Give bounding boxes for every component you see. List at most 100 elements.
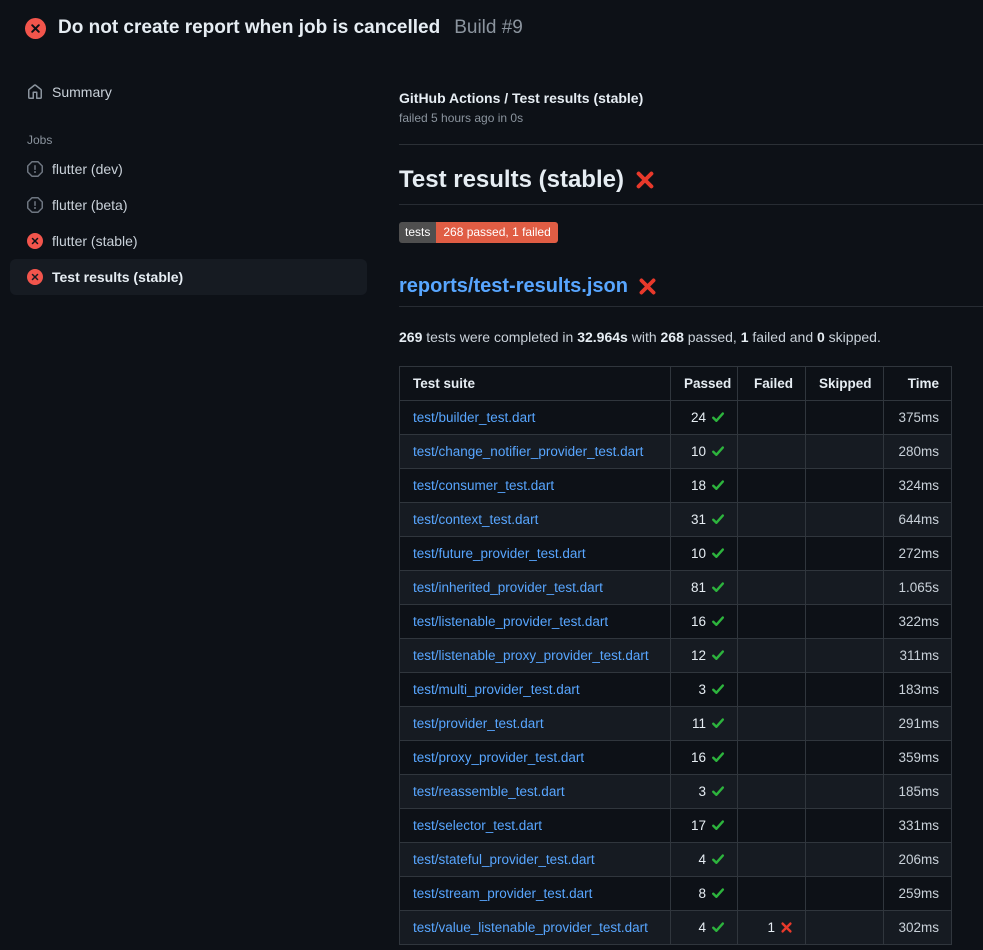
test-suite-link[interactable]: test/multi_provider_test.dart: [413, 682, 580, 697]
sidebar-job-label: flutter (dev): [52, 161, 123, 177]
test-suite-link[interactable]: test/listenable_provider_test.dart: [413, 614, 608, 629]
sidebar-item-flutter-beta[interactable]: flutter (beta): [10, 187, 367, 223]
cross-icon: [780, 921, 793, 934]
jobs-section-label: Jobs: [10, 133, 367, 147]
check-icon: [711, 716, 725, 730]
suite-cell: test/change_notifier_provider_test.dart: [400, 435, 671, 469]
test-results-table: Test suite Passed Failed Skipped Time te…: [399, 366, 952, 945]
failed-cell: [738, 843, 806, 877]
breadcrumb: GitHub Actions / Test results (stable): [399, 90, 983, 106]
test-suite-link[interactable]: test/stateful_provider_test.dart: [413, 852, 595, 867]
suite-cell: test/context_test.dart: [400, 503, 671, 537]
test-suite-link[interactable]: test/inherited_provider_test.dart: [413, 580, 603, 595]
test-suite-link[interactable]: test/change_notifier_provider_test.dart: [413, 444, 643, 459]
summary-text: 269 tests were completed in 32.964s with…: [399, 327, 983, 347]
column-header-passed: Passed: [671, 367, 738, 401]
suite-cell: test/selector_test.dart: [400, 809, 671, 843]
test-suite-link[interactable]: test/proxy_provider_test.dart: [413, 750, 584, 765]
sidebar-job-label: Test results (stable): [52, 269, 183, 285]
time-cell: 302ms: [884, 911, 952, 945]
section-title: Test results (stable): [399, 165, 624, 195]
skipped-cell: [806, 639, 884, 673]
time-cell: 324ms: [884, 469, 952, 503]
check-run-header: Do not create report when job is cancell…: [0, 0, 983, 53]
check-icon: [711, 852, 725, 866]
skipped-cell: [806, 911, 884, 945]
skipped-cell: [806, 571, 884, 605]
table-row: test/listenable_provider_test.dart16322m…: [400, 605, 952, 639]
table-row: test/stream_provider_test.dart8259ms: [400, 877, 952, 911]
sidebar: Summary Jobs flutter (dev) flutter (beta…: [0, 53, 391, 295]
report-file-link[interactable]: reports/test-results.json: [399, 274, 628, 299]
check-icon: [711, 750, 725, 764]
failed-cell: [738, 775, 806, 809]
test-suite-link[interactable]: test/selector_test.dart: [413, 818, 542, 833]
sidebar-job-label: flutter (stable): [52, 233, 138, 249]
test-suite-link[interactable]: test/reassemble_test.dart: [413, 784, 565, 799]
cancelled-stop-icon: [27, 197, 43, 213]
table-row: test/value_listenable_provider_test.dart…: [400, 911, 952, 945]
time-cell: 185ms: [884, 775, 952, 809]
column-header-test-suite: Test suite: [400, 367, 671, 401]
failed-cell: [738, 537, 806, 571]
passed-cell: 16: [671, 741, 738, 775]
badge-label: tests: [399, 222, 436, 243]
time-cell: 311ms: [884, 639, 952, 673]
sidebar-item-test-results-stable[interactable]: Test results (stable): [10, 259, 367, 295]
suite-cell: test/listenable_provider_test.dart: [400, 605, 671, 639]
passed-cell: 4: [671, 911, 738, 945]
test-suite-link[interactable]: test/consumer_test.dart: [413, 478, 554, 493]
table-row: test/change_notifier_provider_test.dart 1…: [400, 435, 952, 469]
test-suite-link[interactable]: test/builder_test.dart: [413, 410, 535, 425]
passed-cell: 10: [671, 435, 738, 469]
skipped-cell: [806, 707, 884, 741]
passed-cell: 11: [671, 707, 738, 741]
passed-cell: 3: [671, 775, 738, 809]
time-cell: 183ms: [884, 673, 952, 707]
sidebar-item-flutter-stable[interactable]: flutter (stable): [10, 223, 367, 259]
column-header-skipped: Skipped: [806, 367, 884, 401]
test-table-body: test/builder_test.dart24375mstest/change…: [400, 401, 952, 945]
table-row: test/consumer_test.dart 18 324ms: [400, 469, 952, 503]
test-suite-link[interactable]: test/provider_test.dart: [413, 716, 544, 731]
check-icon: [711, 682, 725, 696]
failed-cell: [738, 639, 806, 673]
failed-cell: [738, 809, 806, 843]
x-circle-fill-icon: [25, 18, 46, 39]
table-row: test/inherited_provider_test.dart811.065…: [400, 571, 952, 605]
table-row: test/builder_test.dart24375ms: [400, 401, 952, 435]
failed-cell: [738, 469, 806, 503]
check-icon: [711, 648, 725, 662]
test-suite-link[interactable]: test/value_listenable_provider_test.dart: [413, 920, 648, 935]
test-suite-link[interactable]: test/future_provider_test.dart: [413, 546, 586, 561]
test-suite-link[interactable]: test/context_test.dart: [413, 512, 538, 527]
time-cell: 259ms: [884, 877, 952, 911]
check-icon: [711, 920, 725, 934]
table-row: test/multi_provider_test.dart3183ms: [400, 673, 952, 707]
cancelled-stop-icon: [27, 161, 43, 177]
sidebar-item-summary[interactable]: Summary: [10, 75, 367, 109]
test-suite-link[interactable]: test/stream_provider_test.dart: [413, 886, 592, 901]
check-icon: [711, 444, 725, 458]
table-row: test/provider_test.dart11291ms: [400, 707, 952, 741]
failed-cell: [738, 571, 806, 605]
time-cell: 206ms: [884, 843, 952, 877]
x-circle-fill-icon: [27, 269, 43, 285]
failed-cell: [738, 605, 806, 639]
badge-value: 268 passed, 1 failed: [436, 222, 557, 243]
failed-cell: [738, 707, 806, 741]
skipped-cell: [806, 843, 884, 877]
skipped-cell: [806, 537, 884, 571]
sidebar-job-label: flutter (beta): [52, 197, 127, 213]
table-row: test/context_test.dart31644ms: [400, 503, 952, 537]
check-icon: [711, 478, 725, 492]
suite-cell: test/reassemble_test.dart: [400, 775, 671, 809]
suite-cell: test/consumer_test.dart: [400, 469, 671, 503]
sidebar-item-flutter-dev[interactable]: flutter (dev): [10, 151, 367, 187]
suite-cell: test/multi_provider_test.dart: [400, 673, 671, 707]
x-circle-fill-icon: [27, 233, 43, 249]
passed-cell: 18: [671, 469, 738, 503]
test-suite-link[interactable]: test/listenable_proxy_provider_test.dart: [413, 648, 649, 663]
time-cell: 359ms: [884, 741, 952, 775]
time-cell: 1.065s: [884, 571, 952, 605]
